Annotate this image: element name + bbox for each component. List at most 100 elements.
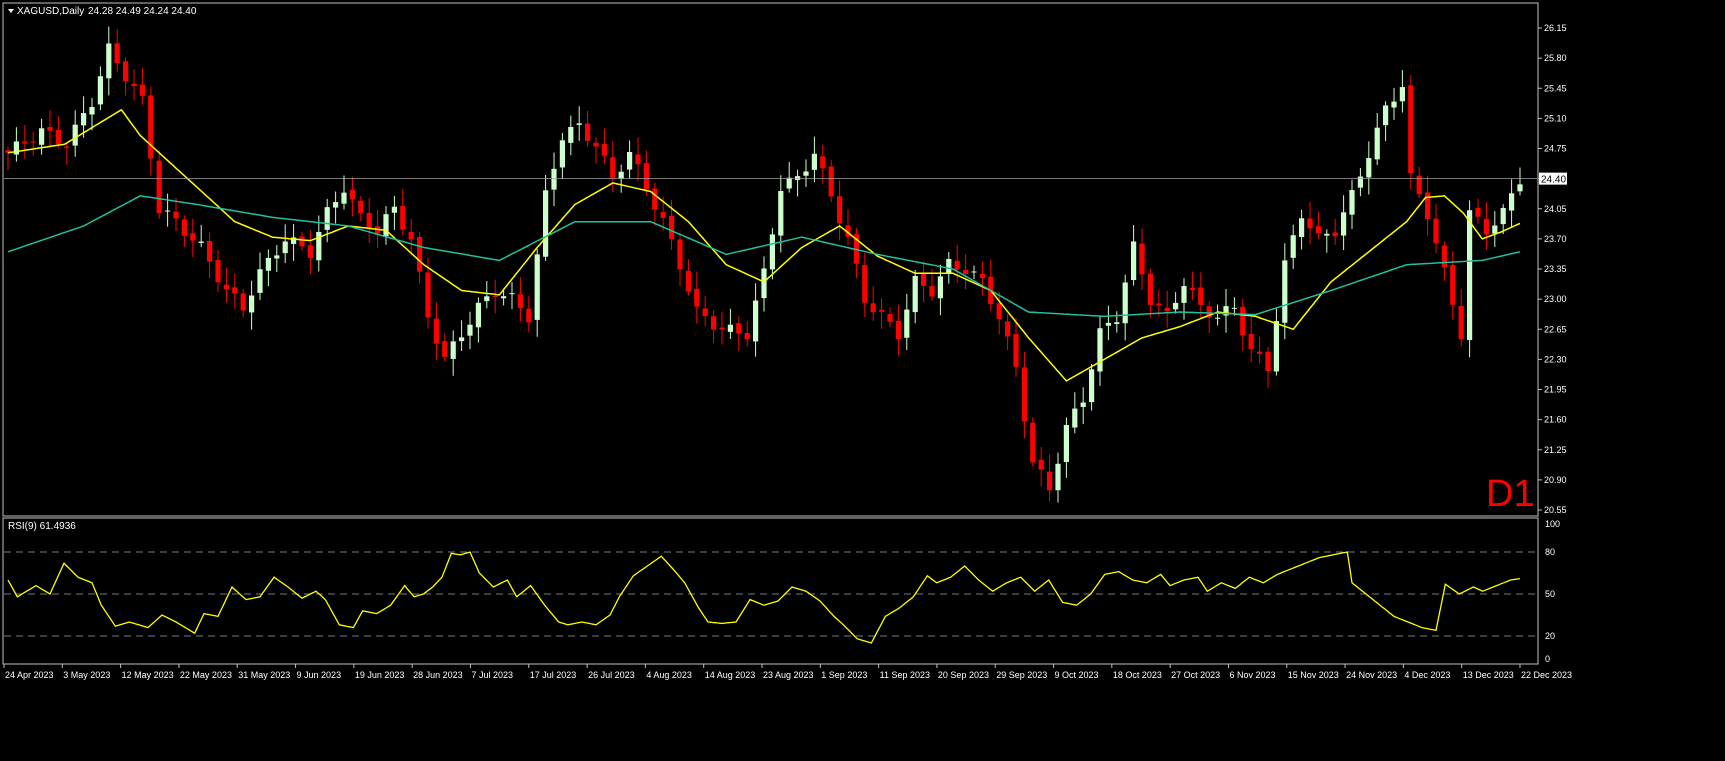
candle-bull — [1349, 190, 1355, 215]
candle-bear — [1256, 351, 1263, 354]
date-tick-label: 19 Jun 2023 — [355, 670, 405, 680]
rsi-pane[interactable]: 100 80 50 20 0 RSI(9) 61.4936 — [2, 517, 1560, 665]
candle-bull — [559, 140, 566, 168]
date-tick-label: 22 May 2023 — [180, 670, 232, 680]
candle-bull — [1080, 402, 1086, 407]
price-tick-label: 22.65 — [1544, 324, 1567, 334]
price-pane[interactable]: 26.15 25.80 25.45 25.10 24.75 24.40 24.05 23.70… — [2, 2, 1567, 517]
candle-bull — [904, 309, 910, 338]
date-tick-label: 11 Sep 2023 — [880, 670, 930, 680]
candle-bull — [1063, 424, 1070, 462]
candle-bear — [1265, 351, 1271, 372]
candle-bull — [1114, 322, 1120, 324]
candle-bull — [198, 241, 204, 243]
candle-bear — [668, 215, 675, 239]
candle-bear — [1046, 471, 1053, 491]
candle-bull — [1517, 184, 1523, 192]
chart-window: 26.15 25.80 25.45 25.10 24.75 24.40 24.05 23.70… — [0, 0, 1725, 756]
price-tick-label: 23.70 — [1544, 234, 1567, 244]
candle-bear — [1458, 306, 1464, 340]
candle-bull — [467, 324, 473, 336]
candle-bull — [534, 254, 540, 320]
candle-bull — [1357, 176, 1364, 188]
candle-bear — [55, 129, 62, 145]
date-tick-label: 23 Aug 2023 — [763, 670, 814, 680]
price-tick-label: 21.60 — [1544, 415, 1567, 425]
candle-bull — [1072, 408, 1078, 428]
candle-bear — [1189, 288, 1196, 290]
candle-bear — [1408, 85, 1414, 174]
date-tick-label: 18 Oct 2023 — [1113, 670, 1162, 680]
date-tick-label: 24 Apr 2023 — [5, 670, 54, 680]
candle-bull — [946, 259, 952, 274]
candle-bull — [332, 202, 339, 208]
candle-bull — [450, 341, 456, 359]
candle-bear — [584, 123, 591, 141]
date-tick-label: 6 Nov 2023 — [1229, 670, 1275, 680]
candle-bear — [719, 327, 725, 330]
candle-bear — [1030, 422, 1036, 463]
candle-bear — [139, 84, 146, 96]
candle-bear — [442, 341, 448, 357]
candle-bear — [232, 287, 238, 294]
candle-bear — [240, 293, 246, 311]
candle-bear — [181, 219, 188, 236]
rsi-tick-label: 50 — [1545, 589, 1555, 599]
price-tick-label: 20.55 — [1544, 505, 1567, 515]
rsi-tick-label: 0 — [1545, 654, 1550, 664]
candle-bull — [1282, 260, 1288, 323]
candle-bear — [820, 156, 826, 169]
date-axis: 24 Apr 2023 3 May 2023 12 May 2023 22 May 2… — [3, 664, 1572, 680]
candle-bear — [131, 83, 137, 87]
candle-bull — [1231, 307, 1238, 309]
candle-bear — [979, 273, 986, 278]
candle-bull — [1097, 328, 1103, 372]
candle-bear — [593, 142, 599, 147]
price-tick-label: 25.10 — [1544, 113, 1567, 123]
timeframe-badge: D1 — [1486, 473, 1535, 515]
candle-bear — [122, 61, 129, 82]
candle-bear — [349, 190, 356, 199]
candle-bull — [265, 257, 272, 271]
candle-bull — [1181, 286, 1187, 303]
candle-bull — [1340, 212, 1347, 236]
candle-bear — [954, 260, 960, 270]
candle-bull — [803, 171, 809, 176]
date-tick-label: 4 Aug 2023 — [646, 670, 692, 680]
candle-bull — [626, 151, 633, 170]
date-tick-label: 17 Jul 2023 — [530, 670, 577, 680]
candle-bull — [341, 192, 347, 204]
date-tick-label: 9 Jun 2023 — [297, 670, 342, 680]
candle-bull — [1273, 321, 1280, 372]
candle-bull — [1298, 218, 1305, 238]
candle-bull — [1399, 87, 1406, 102]
candle-bear — [173, 211, 179, 219]
rsi-tick-label: 80 — [1545, 547, 1555, 557]
candle-bull — [1055, 463, 1061, 491]
candle-bull — [1366, 158, 1372, 178]
candle-bear — [206, 240, 213, 262]
candle-bear — [744, 332, 750, 340]
candle-bear — [635, 154, 641, 165]
candle-bear — [1139, 243, 1145, 275]
rsi-levels — [4, 551, 1537, 637]
candle-bear — [836, 196, 843, 224]
candle-bear — [1004, 321, 1011, 337]
candle-bull — [937, 276, 944, 299]
candle-bear — [416, 236, 423, 272]
candle-bull — [383, 214, 389, 237]
candle-bull — [542, 190, 549, 257]
chart-canvas: 26.15 25.80 25.45 25.10 24.75 24.40 24.05 23.70… — [2, 2, 1572, 680]
candle-bear — [1475, 207, 1481, 217]
candle-bear — [215, 260, 221, 283]
date-tick-label: 28 Jun 2023 — [413, 670, 463, 680]
collapse-arrow-icon[interactable] — [8, 9, 14, 13]
candle-bull — [1290, 235, 1296, 258]
candle-bull — [458, 337, 465, 342]
candle-bull — [551, 168, 557, 190]
date-tick-label: 29 Sep 2023 — [996, 670, 1047, 680]
date-tick-label: 1 Sep 2023 — [821, 670, 867, 680]
candle-bull — [971, 271, 977, 273]
candle-bear — [1441, 245, 1448, 268]
rsi-label: RSI(9) 61.4936 — [8, 521, 76, 532]
